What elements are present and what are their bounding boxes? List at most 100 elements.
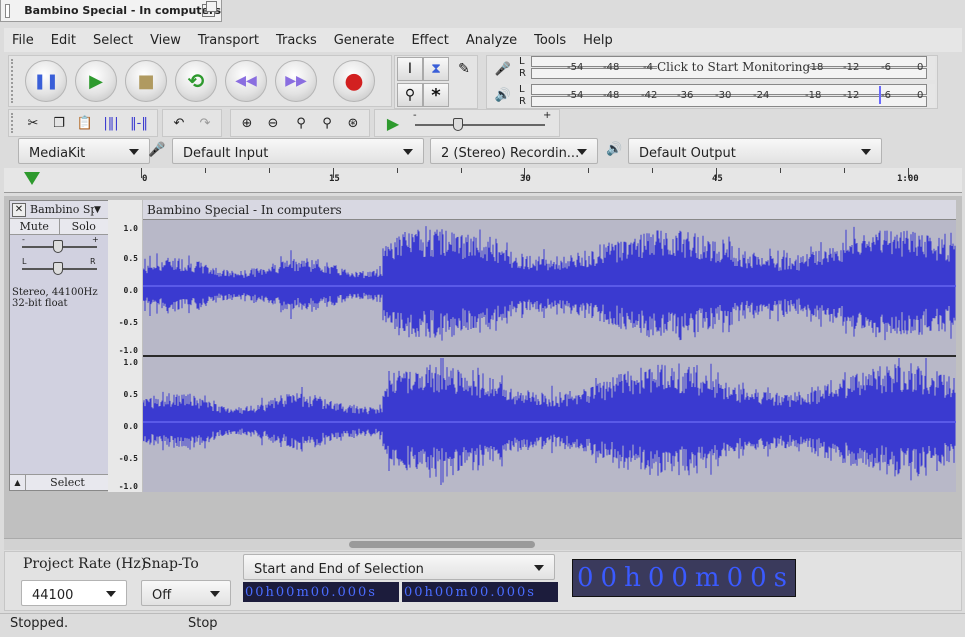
envelope-tool-button[interactable]: ⧗ <box>423 57 449 81</box>
input-channels-select[interactable]: 2 (Stereo) Recordin... <box>430 138 598 164</box>
meter-r-label: R <box>519 68 526 79</box>
paste-button[interactable]: 📋 <box>73 112 97 134</box>
multi-tool-button[interactable]: * <box>423 83 449 107</box>
zoom-out-icon: ⊖ <box>267 115 279 131</box>
meter-tick: -36 <box>677 90 694 101</box>
playback-meter-button[interactable]: 🔊 <box>491 84 515 106</box>
speed-minus-label: - <box>413 110 417 121</box>
track-name-menu[interactable]: Bambino Sp <box>30 203 94 216</box>
skip-to-start-button[interactable]: ◀◀ <box>225 60 267 102</box>
audacity-window: Bambino Special - In computers File Edit… <box>0 0 965 637</box>
track-control-panel: ✕ Bambino Sp ▼ Mute Solo - + L R Stereo,… <box>9 200 110 491</box>
play-icon: ▶ <box>89 70 103 92</box>
ruler-label: 45 <box>712 174 723 184</box>
menu-tools[interactable]: Tools <box>526 33 575 48</box>
menu-effect[interactable]: Effect <box>403 33 457 48</box>
selection-end-time[interactable]: 00h00m00.000s <box>402 582 558 602</box>
project-rate-select[interactable]: 44100 <box>21 580 127 606</box>
restore-icon[interactable] <box>202 1 217 17</box>
menu-transport[interactable]: Transport <box>190 33 268 48</box>
silence-icon: ‖-‖ <box>130 115 148 131</box>
snap-to-select[interactable]: Off <box>141 580 231 606</box>
draw-tool-button[interactable]: ✎ <box>451 57 477 81</box>
snap-to-label: Snap-To <box>142 556 199 572</box>
speed-slider-knob[interactable] <box>453 118 463 131</box>
stop-button[interactable]: ■ <box>125 60 167 102</box>
trim-button[interactable]: |‖| <box>99 112 123 134</box>
chevron-down-icon[interactable]: ▼ <box>94 205 101 215</box>
scrollbar-thumb[interactable] <box>349 541 535 548</box>
menu-help[interactable]: Help <box>575 33 622 48</box>
ruler-label: 15 <box>329 174 340 184</box>
fit-project-icon: ⚲ <box>322 115 332 131</box>
select-track-button[interactable]: Select <box>26 475 109 490</box>
tools-toolbar: I ⧗ ✎ ⚲ * <box>394 55 478 109</box>
envelope-icon: ⧗ <box>431 61 441 77</box>
zoom-out-button[interactable]: ⊖ <box>261 112 285 134</box>
silence-button[interactable]: ‖-‖ <box>127 112 151 134</box>
play-at-speed-button[interactable]: ▶ <box>381 112 405 134</box>
menu-generate[interactable]: Generate <box>326 33 404 48</box>
toolbar-grip[interactable] <box>11 113 16 133</box>
zoom-tool-button[interactable]: ⚲ <box>397 83 423 107</box>
meter-tick: 0 <box>917 62 924 73</box>
device-toolbar: MediaKit 🎤 Default Input 2 (Stereo) Reco… <box>8 138 888 166</box>
solo-button[interactable]: Solo <box>59 219 109 234</box>
horizontal-scrollbar[interactable] <box>4 538 962 550</box>
redo-button[interactable]: ↷ <box>193 112 217 134</box>
close-track-button[interactable]: ✕ <box>12 202 26 217</box>
undo-button[interactable]: ↶ <box>167 112 191 134</box>
selection-mode-select[interactable]: Start and End of Selection <box>243 554 555 580</box>
play-head-triangle-icon[interactable] <box>24 172 40 185</box>
audio-position-display[interactable]: 00h00m00s <box>572 559 796 597</box>
menu-file[interactable]: File <box>4 33 43 48</box>
play-button[interactable]: ▶ <box>75 60 117 102</box>
menu-view[interactable]: View <box>142 33 190 48</box>
record-button[interactable]: ● <box>333 60 375 102</box>
toolbar-grip[interactable] <box>11 59 16 103</box>
center-line <box>143 285 956 287</box>
timeline-ruler[interactable]: 0 15 30 45 1:00 <box>4 168 962 193</box>
skip-to-end-button[interactable]: ▶▶ <box>275 60 317 102</box>
selection-tool-button[interactable]: I <box>397 57 423 81</box>
stop-icon: ■ <box>137 70 155 92</box>
copy-icon: ❐ <box>53 115 65 131</box>
copy-button[interactable]: ❐ <box>47 112 71 134</box>
clip-title[interactable]: Bambino Special - In computers <box>143 200 956 220</box>
meter-tick: -6 <box>881 62 891 73</box>
playback-meter[interactable]: LR -54 -48 -42 -36 -30 -24 -18 -12 -6 0 <box>519 84 935 108</box>
meter-tick: 0 <box>917 90 924 101</box>
menu-analyze[interactable]: Analyze <box>458 33 526 48</box>
menu-tracks[interactable]: Tracks <box>268 33 326 48</box>
meter-r-label: R <box>519 96 526 107</box>
loop-button[interactable]: ⟲ <box>175 60 217 102</box>
menu-select[interactable]: Select <box>85 33 142 48</box>
waveform[interactable] <box>143 220 956 492</box>
gain-slider[interactable]: - + <box>10 235 109 257</box>
selection-start-time[interactable]: 00h00m00.000s <box>243 582 399 602</box>
start-monitoring-label[interactable]: Click to Start Monitoring <box>657 60 811 74</box>
record-meter-button[interactable]: 🎤 <box>491 58 515 80</box>
microphone-icon: 🎤 <box>494 61 512 77</box>
collapse-track-button[interactable]: ▲ <box>10 475 26 490</box>
speed-slider-track[interactable] <box>415 124 545 126</box>
audio-host-select[interactable]: MediaKit <box>18 138 150 164</box>
record-meter[interactable]: LR -54 -48 -4 Click to Start Monitoring … <box>519 56 935 80</box>
trim-icon: |‖| <box>103 115 119 131</box>
mute-button[interactable]: Mute <box>10 219 60 234</box>
cut-button[interactable]: ✂ <box>21 112 45 134</box>
redo-icon: ↷ <box>199 115 211 131</box>
pause-button[interactable]: ❚❚ <box>25 60 67 102</box>
window-menu-button[interactable] <box>5 3 11 18</box>
window-title: Bambino Special - In computers <box>24 4 221 17</box>
pan-slider[interactable]: L R <box>10 257 109 279</box>
input-device-select[interactable]: Default Input <box>172 138 424 164</box>
menu-edit[interactable]: Edit <box>43 33 85 48</box>
zoom-toggle-button[interactable]: ⊛ <box>341 112 365 134</box>
fit-project-button[interactable]: ⚲ <box>315 112 339 134</box>
ruler-label: 0 <box>142 174 148 184</box>
undo-icon: ↶ <box>173 115 185 131</box>
zoom-in-button[interactable]: ⊕ <box>235 112 259 134</box>
fit-selection-button[interactable]: ⚲ <box>289 112 313 134</box>
output-device-select[interactable]: Default Output <box>628 138 882 164</box>
